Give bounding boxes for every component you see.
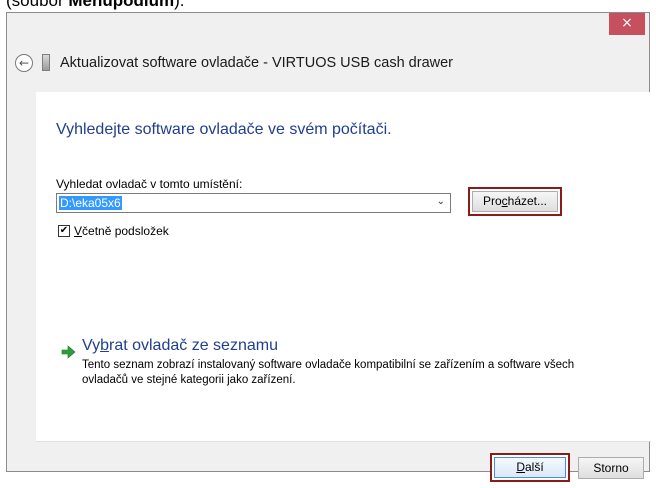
usb-device-icon [42,54,50,71]
close-icon: × [621,15,633,31]
cancel-button[interactable]: Storno [578,457,644,479]
next-button-highlight[interactable]: Další [490,453,570,482]
page-title: Vyhledejte software ovladače ve svém poč… [56,121,392,138]
document-snippet: (soubor Menupodium). [0,0,656,12]
path-combobox[interactable]: D:\eka05x6 ⌄ [56,193,451,213]
pick-from-list-description: Tento seznam zobrazí instalovaný softwar… [82,359,575,386]
browse-button-highlight[interactable]: Procházet... [468,187,562,216]
checkbox-checked[interactable]: ✔ [58,225,70,237]
content-panel: Vyhledejte software ovladače ve svém poč… [36,92,651,441]
path-value[interactable]: D:\eka05x6 [59,196,122,210]
browse-button[interactable]: Procházet... [472,191,558,212]
chevron-down-icon[interactable]: ⌄ [437,196,445,207]
pick-from-list-link[interactable]: Vybrat ovladač ze seznamu [82,337,278,355]
driver-update-dialog: × ← Aktualizovat software ovladače - VIR… [6,12,651,482]
include-subfolders-label[interactable]: Včetně podsložek [74,224,169,238]
doc-snippet-bold: Menupodium [68,0,175,10]
doc-snippet-text: (soubor [6,0,69,10]
search-location-label: Vyhledat ovladač v tomto umístění: [56,177,243,191]
footer-divider [36,441,651,442]
close-button[interactable]: × [609,13,645,35]
back-button[interactable]: ← [15,54,33,72]
doc-snippet-end: ). [174,0,185,10]
next-button[interactable]: Další [494,457,566,478]
green-arrow-icon [61,345,76,359]
window-title: Aktualizovat software ovladače - VIRTUOS… [60,55,454,71]
back-arrow-icon: ← [18,56,30,70]
